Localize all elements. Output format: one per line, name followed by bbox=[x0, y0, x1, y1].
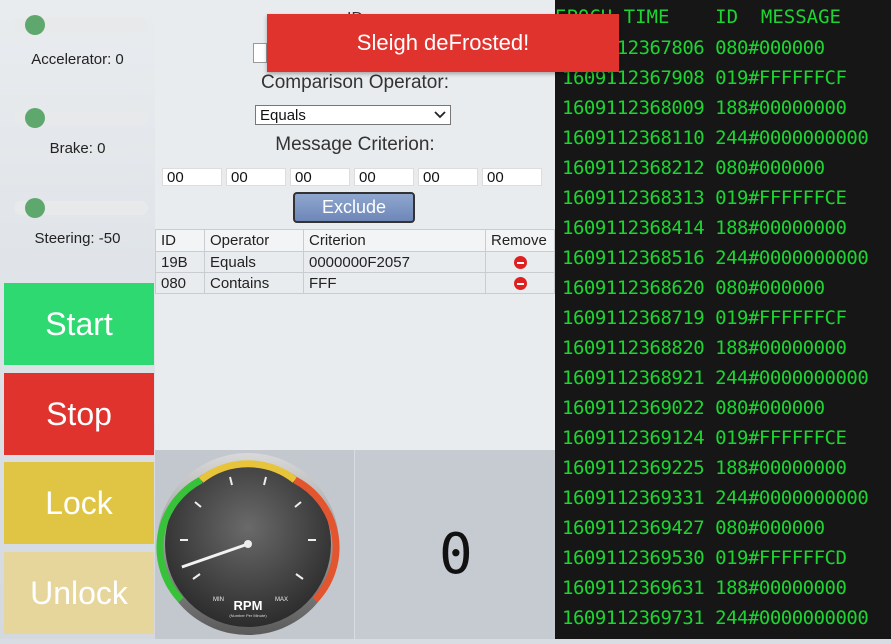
log-row: 1609112368009 188#00000000 bbox=[562, 97, 847, 119]
digit-display: 0 bbox=[439, 522, 473, 587]
criterion-label: Message Criterion: bbox=[275, 134, 435, 155]
steering-slider[interactable] bbox=[14, 198, 148, 218]
log-row: 1609112369022 080#000000 bbox=[562, 397, 825, 419]
log-row: 1609112369631 188#00000000 bbox=[562, 577, 847, 599]
criterion-byte-5[interactable]: 00 bbox=[418, 168, 478, 186]
gauge-min-label: MIN bbox=[213, 597, 224, 603]
stop-button[interactable]: Stop bbox=[4, 373, 154, 455]
remove-cell bbox=[485, 251, 555, 273]
table-header-row: ID Operator Criterion Remove bbox=[155, 229, 555, 252]
row-id: 080 bbox=[155, 272, 205, 294]
remove-icon[interactable] bbox=[513, 277, 527, 291]
unlock-button[interactable]: Unlock bbox=[4, 552, 154, 634]
log-row: 1609112368212 080#000000 bbox=[562, 157, 825, 179]
control-panel: Accelerator: 0 Brake: 0 Steering: -50 St… bbox=[0, 0, 155, 639]
log-row: 1609112369225 188#00000000 bbox=[562, 457, 847, 479]
log-row: 1609112369124 019#FFFFFFCE bbox=[562, 427, 847, 449]
log-row: 1609112368110 244#0000000000 bbox=[562, 127, 869, 149]
column-header-criterion: Criterion bbox=[303, 229, 486, 252]
rpm-gauge-panel: MIN MAX RPM (Number Per Minute) bbox=[155, 450, 354, 639]
log-row: 1609112368516 244#0000000000 bbox=[562, 247, 869, 269]
log-row: 1609112368719 019#FFFFFFCF bbox=[562, 307, 847, 329]
digit-panel: 0 bbox=[355, 450, 555, 639]
log-row: 1609112369731 244#0000000000 bbox=[562, 607, 869, 629]
exclude-button[interactable]: Exclude bbox=[293, 192, 415, 223]
brake-label: Brake: 0 bbox=[49, 140, 106, 157]
gauge-max-label: MAX bbox=[275, 597, 288, 603]
gauge-subtitle: (Number Per Minute) bbox=[229, 613, 267, 618]
table-row: 19B Equals 0000000F2057 bbox=[155, 251, 555, 273]
lock-button[interactable]: Lock bbox=[4, 462, 154, 544]
column-header-operator: Operator bbox=[204, 229, 304, 252]
steering-label: Steering: -50 bbox=[34, 230, 121, 247]
chevron-down-icon bbox=[434, 111, 446, 119]
steering-slider-thumb[interactable] bbox=[25, 198, 45, 218]
operator-label: Comparison Operator: bbox=[261, 72, 449, 93]
gauge-rpm-label: RPM bbox=[234, 598, 263, 613]
criterion-byte-3[interactable]: 00 bbox=[290, 168, 350, 186]
log-row: 1609112368620 080#000000 bbox=[562, 277, 825, 299]
remove-icon[interactable] bbox=[513, 256, 527, 270]
column-header-remove: Remove bbox=[485, 229, 555, 252]
brake-slider[interactable] bbox=[14, 108, 148, 128]
accelerator-slider[interactable] bbox=[14, 15, 148, 35]
criterion-byte-2[interactable]: 00 bbox=[226, 168, 286, 186]
log-row: 1609112368820 188#00000000 bbox=[562, 337, 847, 359]
row-id: 19B bbox=[155, 251, 205, 273]
table-row: 080 Contains FFF bbox=[155, 272, 555, 294]
row-criterion: FFF bbox=[303, 272, 486, 294]
criterion-byte-6[interactable]: 00 bbox=[482, 168, 542, 186]
operator-select-value: Equals bbox=[260, 106, 306, 124]
log-row: 1609112369530 019#FFFFFFCD bbox=[562, 547, 847, 569]
row-criterion: 0000000F2057 bbox=[303, 251, 486, 273]
row-operator: Contains bbox=[204, 272, 304, 294]
can-log-panel: EPOCH TIME ID MESSAGE 1609112367806 080#… bbox=[555, 0, 891, 639]
rpm-gauge: MIN MAX RPM (Number Per Minute) bbox=[156, 453, 340, 635]
accelerator-label: Accelerator: 0 bbox=[31, 51, 124, 68]
toast-notification: Sleigh deFrosted! bbox=[267, 14, 619, 72]
criterion-byte-4[interactable]: 00 bbox=[354, 168, 414, 186]
brake-slider-thumb[interactable] bbox=[25, 108, 45, 128]
log-row: 1609112368313 019#FFFFFFCE bbox=[562, 187, 847, 209]
remove-cell bbox=[485, 272, 555, 294]
rules-table: ID Operator Criterion Remove 19B Equals … bbox=[155, 229, 555, 294]
log-row: 1609112368414 188#00000000 bbox=[562, 217, 847, 239]
accelerator-slider-thumb[interactable] bbox=[25, 15, 45, 35]
row-operator: Equals bbox=[204, 251, 304, 273]
criterion-byte-1[interactable]: 00 bbox=[162, 168, 222, 186]
start-button[interactable]: Start bbox=[4, 283, 154, 365]
log-row: 1609112368921 244#0000000000 bbox=[562, 367, 869, 389]
gauge-hub bbox=[244, 540, 252, 548]
column-header-id: ID bbox=[155, 229, 205, 252]
log-row: 1609112369331 244#0000000000 bbox=[562, 487, 869, 509]
operator-select[interactable]: Equals bbox=[255, 105, 451, 125]
log-row: 1609112369427 080#000000 bbox=[562, 517, 825, 539]
id-input[interactable] bbox=[253, 43, 267, 63]
